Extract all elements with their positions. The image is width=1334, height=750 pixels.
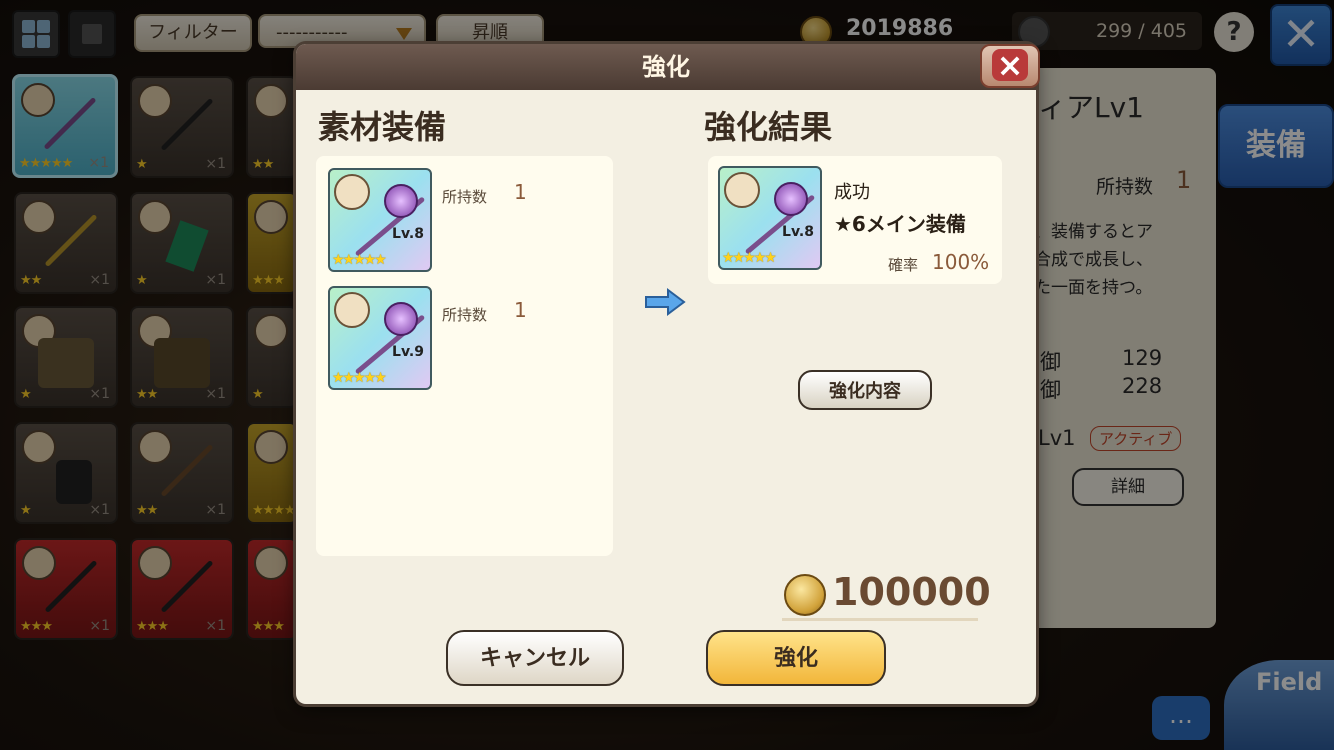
orb-icon xyxy=(774,182,808,216)
character-face-icon xyxy=(334,174,370,210)
held-count-value: 1 xyxy=(514,180,527,204)
orb-icon xyxy=(384,184,418,218)
material-title: 素材装備 xyxy=(318,108,447,146)
material-list: Lv.8 ★★★★★ 所持数 1 Lv.9 ★★★★★ 所持数 1 xyxy=(316,156,613,556)
orb-icon xyxy=(384,302,418,336)
item-level: Lv.9 xyxy=(392,344,424,360)
gold-coin-icon xyxy=(784,574,826,616)
material-item-card[interactable]: Lv.8 ★★★★★ xyxy=(328,168,432,272)
result-item-card[interactable]: Lv.8 ★★★★★ xyxy=(718,166,822,270)
character-face-icon xyxy=(724,172,760,208)
rate-label: 確率 xyxy=(888,256,919,274)
cancel-button[interactable]: キャンセル xyxy=(446,630,624,686)
divider xyxy=(782,618,978,621)
arrow-right-icon xyxy=(645,288,686,316)
result-panel: Lv.8 ★★★★★ 成功 ★6メイン装備 確率 100% xyxy=(708,156,1002,284)
held-count-label: 所持数 xyxy=(442,188,488,206)
result-title: 強化結果 xyxy=(704,108,833,146)
character-face-icon xyxy=(334,292,370,328)
item-level: Lv.8 xyxy=(392,226,424,242)
item-stars: ★★★★★ xyxy=(722,250,777,266)
close-icon: × xyxy=(992,49,1028,81)
enhance-dialog: 強化 素材装備 強化結果 Lv.8 ★★★★★ 所持数 1 Lv.9 ★★★★★… xyxy=(296,44,1036,704)
enhance-button[interactable]: 強化 xyxy=(706,630,886,686)
material-item-card[interactable]: Lv.9 ★★★★★ xyxy=(328,286,432,390)
enhance-cost: 100000 xyxy=(832,570,991,614)
item-stars: ★★★★★ xyxy=(332,252,387,268)
item-stars: ★★★★★ xyxy=(332,370,387,386)
held-count-value: 1 xyxy=(514,298,527,322)
result-item-name: ★6メイン装備 xyxy=(834,212,966,236)
enhance-detail-button[interactable]: 強化内容 xyxy=(798,370,932,410)
close-dialog-button[interactable]: × xyxy=(980,44,1040,88)
held-count-label: 所持数 xyxy=(442,306,488,324)
item-level: Lv.8 xyxy=(782,224,814,240)
dialog-title: 強化 xyxy=(296,44,1036,90)
result-status: 成功 xyxy=(834,182,870,203)
rate-value: 100% xyxy=(932,250,990,274)
